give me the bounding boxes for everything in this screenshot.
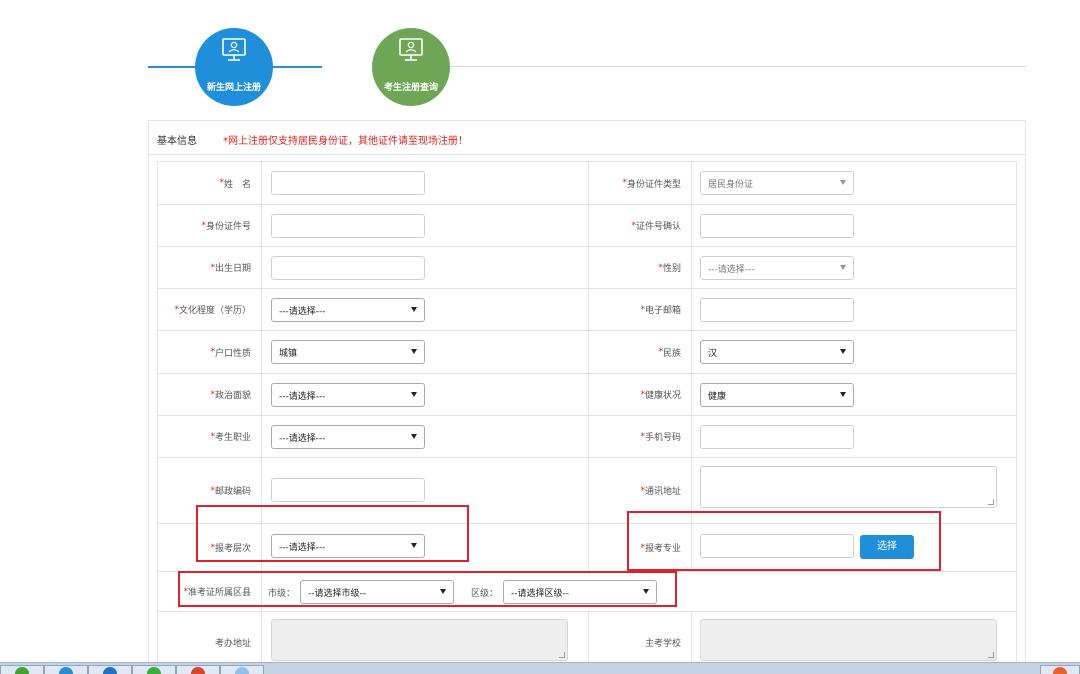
basic-info-panel: 基本信息 *网上注册仅支持居民身份证，其他证件请至现场注册！ * 姓 名 * 身份证… [148,120,1026,674]
major-label: * 报考专业 [588,524,692,571]
step-label: 考生注册查询 [383,83,438,93]
birth-date-input[interactable] [271,256,425,280]
taskbar [0,662,1080,674]
political-label: * 政治面貌 [158,374,262,415]
gender-select[interactable]: ---请选择--- [700,256,854,280]
panel-header: 基本信息 *网上注册仅支持居民身份证，其他证件请至现场注册！ [149,121,1025,155]
city-select[interactable]: --请选择市级-- [300,580,454,604]
form-row: * 考生职业 ---请选择--- * 手机号码 [157,415,1017,457]
city-prefix: 市级： [268,589,296,599]
registration-form: * 姓 名 * 身份证件类型 居民身份证 * 身份证件号 * 证件号确认 * 出生日期 *… [157,161,1017,673]
birth-date-label: * 出生日期 [158,247,262,288]
occupation-select[interactable]: ---请选择--- [271,425,425,449]
exam-level-label: * 报考层次 [158,524,262,571]
app-icon [235,667,249,674]
address-textarea[interactable] [700,466,997,508]
district-label: * 准考证所属区县 [158,572,262,611]
id-number-label: * 身份证件号 [158,205,262,246]
form-row: * 准考证所属区县 市级： --请选择市级-- 区级： --请选择区级-- [157,571,1017,611]
taskbar-app-chat[interactable] [132,665,176,674]
step-new-registration[interactable]: 新生网上注册 [195,28,273,106]
taskbar-app-explorer[interactable] [88,665,132,674]
resize-handle-icon [988,652,994,658]
taskbar-tray[interactable] [1040,665,1080,674]
hukou-label: * 户口性质 [158,331,262,373]
exam-office-address-field [271,619,568,661]
political-select[interactable]: ---请选择--- [271,383,425,407]
id-confirm-input[interactable] [700,214,854,238]
id-number-input[interactable] [271,214,425,238]
education-label: * 文化程度（学历） [158,289,262,330]
chevron-down-icon [643,589,649,594]
major-input[interactable] [700,534,854,558]
chevron-down-icon [440,589,446,594]
taskbar-app-ie[interactable] [44,665,88,674]
taskbar-start-button[interactable] [0,665,44,674]
form-row: * 姓 名 * 身份证件类型 居民身份证 [157,161,1017,204]
chevron-down-icon [840,265,846,270]
registration-notice: *网上注册仅支持居民身份证，其他证件请至现场注册！ [223,136,468,147]
chevron-down-icon [411,392,417,397]
chevron-down-icon [411,307,417,312]
form-row: * 邮政编码 * 通讯地址 [157,457,1017,523]
exam-level-select[interactable]: ---请选择--- [271,534,425,558]
phone-input[interactable] [700,425,854,449]
chevron-down-icon [411,434,417,439]
postcode-input[interactable] [271,478,425,502]
browser-icon [59,667,73,674]
chevron-down-icon [411,543,417,548]
form-row: * 身份证件号 * 证件号确认 [157,204,1017,246]
folder-icon [103,667,117,674]
start-icon [15,667,29,674]
education-select[interactable]: ---请选择--- [271,298,425,322]
step-divider-line [448,66,1026,67]
tray-icon [1053,667,1067,674]
health-select[interactable]: 健康 [700,383,854,407]
taskbar-app-other[interactable] [220,665,264,674]
form-row: * 政治面貌 ---请选择--- * 健康状况 健康 [157,373,1017,415]
choose-major-button[interactable]: 选择 [860,535,914,559]
health-label: * 健康状况 [588,374,692,415]
email-input[interactable] [700,298,854,322]
panel-title: 基本信息 [157,136,197,147]
chrome-icon [191,667,205,674]
step-registration-query[interactable]: 考生注册查询 [372,28,450,106]
taskbar-app-chrome[interactable] [176,665,220,674]
main-school-field [700,619,997,661]
ethnic-label: * 民族 [588,331,692,373]
form-row: * 出生日期 * 性别 ---请选择--- [157,246,1017,288]
chevron-down-icon [840,180,846,185]
form-row: * 文化程度（学历） ---请选择--- * 电子邮箱 [157,288,1017,330]
phone-label: * 手机号码 [588,416,692,457]
monitor-user-icon [399,38,423,61]
monitor-user-icon [222,38,246,61]
chevron-down-icon [411,349,417,354]
step-label: 新生网上注册 [206,83,261,93]
chevron-down-icon [840,349,846,354]
occupation-label: * 考生职业 [158,416,262,457]
id-type-select[interactable]: 居民身份证 [700,171,854,195]
chat-icon [147,667,161,674]
ethnic-select[interactable]: 汉 [700,340,854,364]
name-label: * 姓 名 [158,162,262,204]
resize-handle-icon[interactable] [988,499,994,505]
gender-label: * 性别 [588,247,692,288]
resize-handle-icon [559,652,565,658]
id-confirm-label: * 证件号确认 [588,205,692,246]
form-row: * 户口性质 城镇 * 民族 汉 [157,330,1017,373]
area-select[interactable]: --请选择区级-- [503,580,657,604]
address-label: * 通讯地址 [588,458,692,523]
id-type-label: * 身份证件类型 [588,162,692,204]
name-input[interactable] [271,171,425,195]
postcode-label: * 邮政编码 [158,458,262,523]
area-prefix: 区级： [471,589,499,599]
email-label: * 电子邮箱 [588,289,692,330]
chevron-down-icon [840,392,846,397]
form-row: * 报考层次 ---请选择--- * 报考专业 选择 [157,523,1017,571]
hukou-select[interactable]: 城镇 [271,340,425,364]
